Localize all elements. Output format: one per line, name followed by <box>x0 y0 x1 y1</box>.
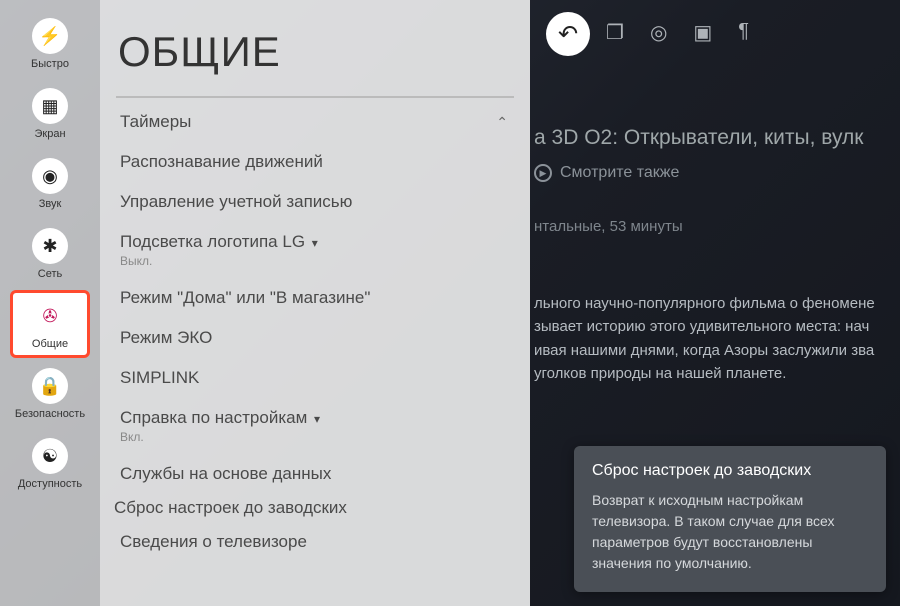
row-data-services[interactable]: Службы на основе данных <box>100 454 530 494</box>
content-title: а 3D O2: Открыватели, киты, вулк <box>534 126 890 150</box>
row-label: Справка по настройкам ▾ <box>120 408 510 428</box>
row-label: Управление учетной записью <box>120 192 510 212</box>
sidebar-item-label: Звук <box>39 198 62 210</box>
row-timers[interactable]: Таймеры <box>100 102 530 142</box>
row-label: Распознавание движений <box>120 152 510 172</box>
row-label: Таймеры <box>120 112 510 132</box>
row-label: SIMPLINK <box>120 368 510 388</box>
sidebar-item-label: Сеть <box>38 268 62 280</box>
lock-icon: 🔒 <box>32 368 68 404</box>
row-simplink[interactable]: SIMPLINK <box>100 358 530 398</box>
scroll-up-icon[interactable]: ⌃ <box>496 114 508 131</box>
row-account[interactable]: Управление учетной записью <box>100 182 530 222</box>
sidebar-item-label: Экран <box>34 128 65 140</box>
sound-icon: ◉ <box>32 158 68 194</box>
accessibility-icon: ☯ <box>32 438 68 474</box>
row-label: Сведения о телевизоре <box>120 532 510 552</box>
sidebar-item-label: Быстро <box>31 58 69 70</box>
see-also[interactable]: ▶ Смотрите также <box>534 164 679 182</box>
row-home-store-mode[interactable]: Режим "Дома" или "В магазине" <box>100 278 530 318</box>
row-factory-reset[interactable]: Сброс настроек до заводских <box>100 494 530 522</box>
row-about-tv[interactable]: Сведения о телевизоре <box>100 522 530 562</box>
row-label: Режим ЭКО <box>120 328 510 348</box>
content-meta: нтальные, 53 минуты <box>534 218 683 235</box>
sidebar-item-sound[interactable]: ◉ Звук <box>10 150 90 218</box>
bolt-icon: ⚡ <box>32 18 68 54</box>
settings-panel: ОБЩИЕ ⌃ Таймеры Распознавание движений У… <box>100 0 530 606</box>
panel-title: ОБЩИЕ <box>100 0 530 86</box>
sidebar-item-label: Доступность <box>18 478 82 490</box>
chevron-down-icon: ▾ <box>314 412 320 426</box>
help-tooltip: Сброс настроек до заводских Возврат к ис… <box>574 446 886 592</box>
play-icon: ▶ <box>534 164 552 182</box>
tooltip-title: Сброс настроек до заводских <box>592 462 868 480</box>
photos-icon[interactable]: ❐ <box>606 20 624 45</box>
network-icon: ✱ <box>32 228 68 264</box>
tv-icon[interactable]: ▣ <box>693 20 712 45</box>
row-sub: Выкл. <box>120 254 510 268</box>
row-eco-mode[interactable]: Режим ЭКО <box>100 318 530 358</box>
sidebar-item-label: Общие <box>32 338 68 350</box>
content-description: льного научно-популярного фильма о феном… <box>534 292 888 385</box>
sidebar-item-label: Безопасность <box>15 408 85 420</box>
row-motion-detect[interactable]: Распознавание движений <box>100 142 530 182</box>
row-label: Службы на основе данных <box>120 464 510 484</box>
row-label: Режим "Дома" или "В магазине" <box>120 288 510 308</box>
row-label: Сброс настроек до заводских <box>114 498 516 518</box>
sidebar-item-security[interactable]: 🔒 Безопасность <box>10 360 90 428</box>
panel-divider: ⌃ <box>116 96 514 98</box>
row-logo-light[interactable]: Подсветка логотипа LG ▾ Выкл. <box>100 222 530 278</box>
sidebar-item-quick[interactable]: ⚡ Быстро <box>10 10 90 78</box>
screen-icon: ▦ <box>32 88 68 124</box>
row-sub: Вкл. <box>120 430 510 444</box>
row-settings-help[interactable]: Справка по настройкам ▾ Вкл. <box>100 398 530 454</box>
tooltip-body: Возврат к исходным настройкам телевизора… <box>592 490 868 574</box>
sidebar-item-accessibility[interactable]: ☯ Доступность <box>10 430 90 498</box>
content-top-icons: ❐ ◎ ▣ ¶ <box>606 20 749 45</box>
see-also-label: Смотрите также <box>560 164 679 182</box>
row-label: Подсветка логотипа LG ▾ <box>120 232 510 252</box>
masks-icon[interactable]: ¶ <box>738 20 749 45</box>
globe-icon[interactable]: ◎ <box>650 20 667 45</box>
chevron-down-icon: ▾ <box>312 236 318 250</box>
gear-icon: ✇ <box>32 298 68 334</box>
back-button[interactable]: ↶ <box>546 12 590 56</box>
settings-sidebar: ⚡ Быстро ▦ Экран ◉ Звук ✱ Сеть ✇ Общие 🔒… <box>0 0 100 606</box>
settings-list: Таймеры Распознавание движений Управлени… <box>100 98 530 606</box>
sidebar-item-general[interactable]: ✇ Общие <box>10 290 90 358</box>
sidebar-item-screen[interactable]: ▦ Экран <box>10 80 90 148</box>
sidebar-item-network[interactable]: ✱ Сеть <box>10 220 90 288</box>
back-arrow-icon: ↶ <box>558 20 578 49</box>
